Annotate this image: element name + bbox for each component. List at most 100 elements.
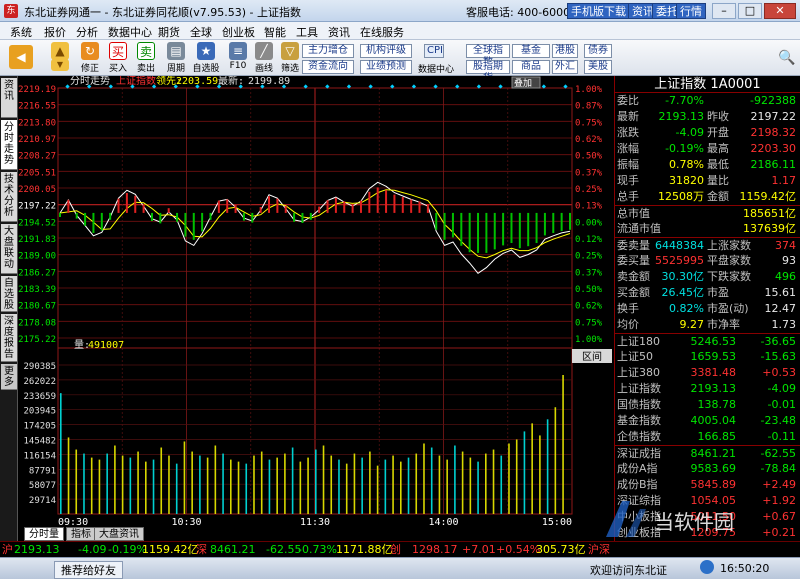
sell-button[interactable]: 卖卖出 — [132, 41, 160, 74]
menu-data-center[interactable]: 数据中心 — [108, 24, 152, 40]
revise-button[interactable]: ↻ 修正 — [76, 41, 104, 74]
menu-system[interactable]: 系统 — [10, 24, 32, 40]
buy-button[interactable]: 买买入 — [104, 41, 132, 74]
quote-label-2: 最低 — [707, 158, 729, 171]
last-value: 2199.89 — [248, 76, 290, 87]
capital-flow-button[interactable]: 资金流向 — [302, 60, 354, 74]
volume-bar — [353, 453, 356, 514]
filter-icon: ▽ — [281, 42, 299, 60]
sell-label: 卖出 — [136, 64, 155, 74]
index-change: -62.55 — [760, 447, 796, 460]
volume-bar — [291, 447, 294, 514]
search-icon[interactable]: 🔍 — [778, 50, 795, 66]
index-futures-button[interactable]: 股指期货 — [466, 60, 510, 84]
chart-area[interactable]: 2219.19 1.00% 2216.55 0.87% 2213.80 0.75% 2210… — [18, 74, 614, 541]
volume-bar — [152, 459, 155, 514]
filter-button[interactable]: ▽ 筛选 — [276, 41, 304, 74]
menu-smart[interactable]: 智能 — [264, 24, 286, 40]
bond-button[interactable]: 债券 — [584, 44, 612, 58]
volume-bar — [168, 455, 170, 514]
side-tab-more[interactable]: 更多 — [1, 364, 17, 390]
global-index-button[interactable]: 全球指数 — [466, 44, 510, 68]
breadth-label-2: 市盈 — [707, 286, 729, 299]
mobile-download-button[interactable]: 手机版下载 — [567, 3, 630, 19]
maximize-button[interactable]: □ — [738, 3, 762, 19]
main-force-button[interactable]: 主力增仓 — [302, 44, 354, 58]
percent-tick-label: 0.50% — [575, 152, 603, 162]
quote-label-2: 开盘 — [707, 126, 729, 139]
f10-button[interactable]: ≡ F10 — [224, 41, 252, 74]
breadth-value: 30.30亿 — [661, 270, 705, 283]
us-stock-button[interactable]: 美股 — [584, 60, 612, 74]
close-button[interactable]: ✕ — [764, 3, 796, 19]
commodity-button[interactable]: 商品 — [512, 60, 550, 74]
volume-bar — [369, 451, 371, 514]
volume-bar — [392, 455, 394, 514]
percent-tick-label: 0.37% — [575, 268, 603, 278]
side-tab-report[interactable]: 深度报告 — [1, 314, 17, 362]
recommend-friend-button[interactable]: 推荐给好友 — [54, 561, 123, 579]
data-center-label[interactable]: 数据中心 — [418, 62, 454, 75]
volume-tick-label: 203945 — [23, 407, 56, 417]
side-tab-watchlist[interactable]: 自选股 — [1, 276, 17, 312]
breadth-label-2: 市净率 — [707, 318, 740, 331]
volume-bar — [183, 441, 186, 514]
side-tab-technical[interactable]: 技术分析 — [1, 172, 17, 222]
down-button[interactable]: ▼ — [46, 58, 74, 74]
watchlist-icon: ★ — [197, 42, 215, 60]
menu-news[interactable]: 资讯 — [328, 24, 350, 40]
tab-volume[interactable]: 分时量 — [24, 527, 64, 541]
index-price: 1659.53 — [690, 350, 737, 363]
menu-gem[interactable]: 创业板 — [222, 24, 255, 40]
volume-bar — [407, 457, 410, 514]
institution-rating-button[interactable]: 机构评级 — [360, 44, 412, 58]
percent-tick-label: 1.00% — [575, 85, 603, 95]
sh-tag: 沪 — [2, 543, 13, 556]
watermark-text: 当软件园 — [654, 510, 734, 534]
index-price: 138.78 — [697, 398, 737, 411]
menu-analysis[interactable]: 分析 — [76, 24, 98, 40]
volume-bar — [60, 393, 62, 514]
volume-bar — [415, 453, 418, 514]
menu-quotes[interactable]: 报价 — [44, 24, 66, 40]
minimize-button[interactable]: – — [712, 3, 736, 19]
earnings-forecast-button[interactable]: 业绩预测 — [360, 60, 412, 74]
side-tab-timeshare[interactable]: 分时走势 — [1, 120, 17, 170]
menu-tools[interactable]: 工具 — [296, 24, 318, 40]
back-button[interactable]: ◀ — [6, 41, 36, 74]
price-tick-label: 2194.52 — [18, 218, 56, 228]
intraday-chart[interactable]: 2219.19 1.00% 2216.55 0.87% 2213.80 0.75% 2210… — [18, 74, 614, 528]
volume-tick-label: 145482 — [23, 437, 56, 447]
tab-market-news[interactable]: 大盘资讯 — [94, 527, 144, 541]
volume-bar — [260, 451, 263, 514]
menu-futures[interactable]: 期货 — [158, 24, 180, 40]
arrow-left-icon: ◀ — [9, 45, 33, 69]
chart-index-name: 上证指数 — [116, 76, 156, 87]
breadth-label: 委卖量 — [617, 239, 650, 252]
percent-tick-label: 0.13% — [575, 202, 603, 212]
index-row: 上证指数 2193.13 -4.09 — [615, 381, 800, 397]
volume-bar — [253, 455, 255, 514]
quote-button[interactable]: 行情 — [676, 3, 706, 19]
period-button[interactable]: ▤ 周期 — [162, 41, 190, 74]
welcome-text[interactable]: 欢迎访问东北证 — [590, 562, 667, 578]
tab-indicator[interactable]: 指标 — [66, 527, 96, 541]
draw-line-button[interactable]: ╱ 画线 — [250, 41, 278, 74]
cpi-button[interactable]: CPI — [424, 44, 444, 58]
menu-online-service[interactable]: 在线服务 — [360, 24, 404, 40]
watchlist-button[interactable]: ★ 自选股 — [192, 41, 220, 74]
arrow-down-icon: ▼ — [51, 59, 69, 71]
volume-bar — [430, 447, 433, 514]
forex-button[interactable]: 外汇 — [552, 60, 578, 74]
fund-button[interactable]: 基金 — [512, 44, 550, 58]
quote-row: 涨幅 -0.19% 最高 2203.30 — [615, 141, 800, 157]
volume-bar — [485, 453, 487, 514]
quote-row: 现手 31820 量比 1.17 — [615, 173, 800, 189]
period-icon: ▤ — [167, 42, 185, 60]
side-tab-market-link[interactable]: 大盘联动 — [1, 224, 17, 274]
side-tab-news[interactable]: 资讯 — [1, 78, 17, 118]
price-tick-label: 2180.67 — [18, 302, 56, 312]
menu-global[interactable]: 全球 — [190, 24, 212, 40]
hk-stock-button[interactable]: 港股 — [552, 44, 578, 58]
index-name: 上证指数 — [617, 382, 661, 395]
